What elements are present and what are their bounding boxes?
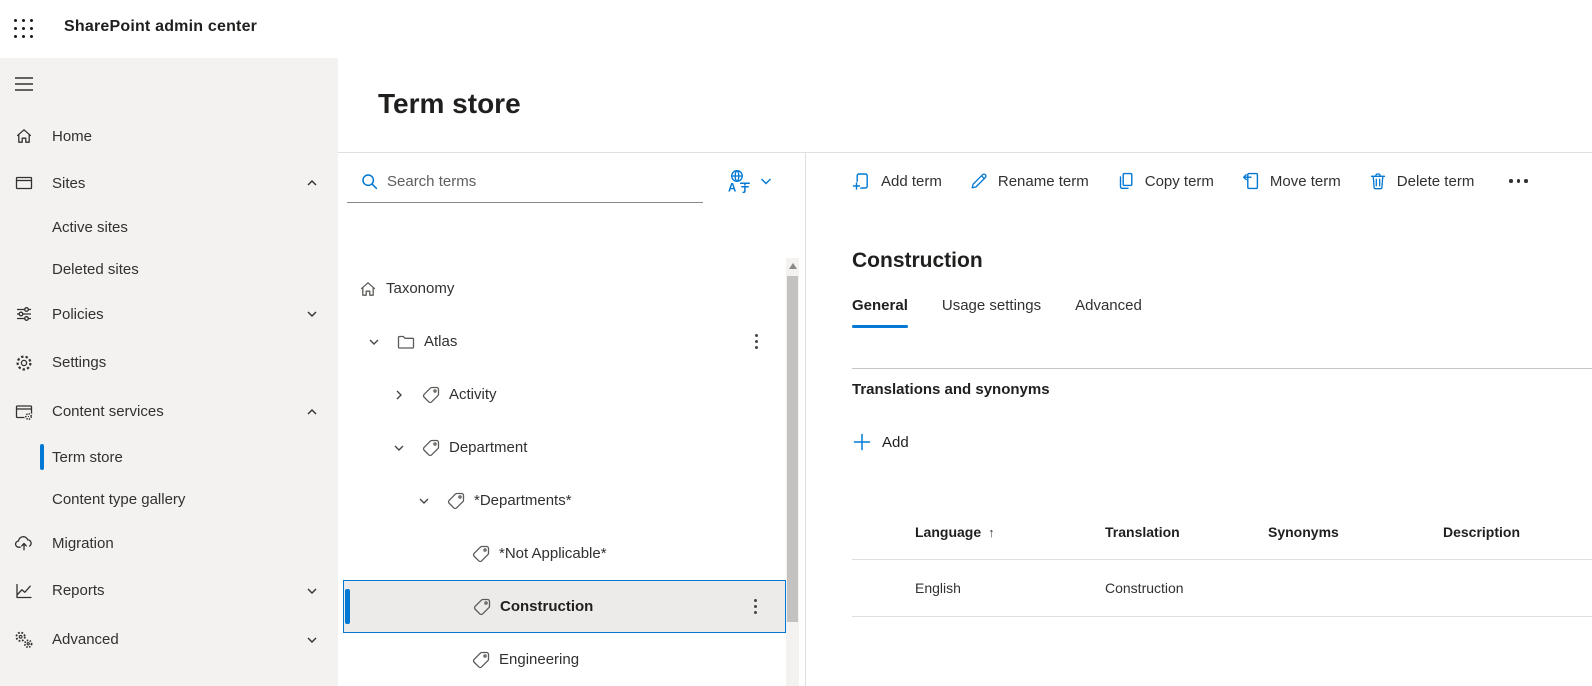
tree-item-taxonomy[interactable]: Taxonomy (343, 262, 786, 315)
section-divider (852, 368, 1592, 369)
pencil-icon (971, 173, 987, 189)
tree-item-not-applicable[interactable]: *Not Applicable* (343, 527, 786, 580)
tree-item-construction[interactable]: Construction (343, 580, 786, 633)
sidebar-item-advanced[interactable]: Advanced (0, 615, 338, 664)
tree-item-department[interactable]: Department (343, 421, 786, 474)
tag-icon (472, 597, 500, 617)
term-tree: Taxonomy Atlas Activity Department *Depa… (338, 262, 786, 686)
add-term-icon (852, 173, 868, 191)
trash-icon (1370, 173, 1385, 190)
add-translation-button[interactable]: Add (853, 433, 909, 451)
chevron-down-icon[interactable] (306, 308, 318, 320)
sidebar-item-active-sites[interactable]: Active sites (0, 206, 338, 248)
home-icon (14, 126, 34, 146)
chevron-down-icon[interactable] (306, 634, 318, 646)
column-header-synonyms[interactable]: Synonyms (1268, 524, 1443, 540)
sidebar-nav: Home Sites Active sites Deleted sites Po… (0, 112, 338, 664)
language-picker-button[interactable]: A (726, 162, 798, 200)
column-header-description[interactable]: Description (1443, 524, 1592, 540)
tree-item-atlas[interactable]: Atlas (343, 315, 786, 368)
folder-icon (396, 332, 424, 352)
sites-icon (14, 173, 34, 193)
translations-section-title: Translations and synonyms (852, 381, 1050, 398)
top-app-bar: SharePoint admin center (0, 0, 1592, 58)
search-terms-input[interactable] (387, 172, 667, 190)
move-term-button[interactable]: Move term (1241, 171, 1341, 191)
sidebar-item-reports[interactable]: Reports (0, 566, 338, 615)
term-toolbar: Add term Rename term Copy term Move term (852, 163, 1530, 199)
page-title: Term store (378, 88, 521, 119)
chevron-down-icon[interactable] (393, 442, 421, 454)
sidebar-item-policies[interactable]: Policies (0, 290, 338, 338)
panel-divider (805, 153, 806, 686)
double-gear-icon (14, 630, 34, 650)
chevron-down-icon[interactable] (368, 336, 396, 348)
delete-term-button[interactable]: Delete term (1368, 171, 1474, 191)
left-navigation-sidebar: Home Sites Active sites Deleted sites Po… (0, 58, 338, 686)
sidebar-item-content-services[interactable]: Content services (0, 387, 338, 436)
table-row[interactable]: English Construction (852, 560, 1592, 617)
tab-usage-settings[interactable]: Usage settings (942, 297, 1041, 328)
more-actions-icon[interactable] (755, 334, 758, 349)
tag-icon (471, 650, 499, 670)
sidebar-item-sites[interactable]: Sites (0, 160, 338, 206)
tree-item-activity[interactable]: Activity (343, 368, 786, 421)
chevron-down-icon (759, 174, 773, 188)
chevron-down-icon[interactable] (418, 495, 446, 507)
term-detail-title: Construction (852, 249, 983, 272)
sort-ascending-icon: ↑ (988, 525, 995, 540)
sidebar-item-home[interactable]: Home (0, 112, 338, 160)
sidebar-item-term-store[interactable]: Term store (0, 436, 338, 478)
home-icon (358, 279, 386, 299)
tab-advanced[interactable]: Advanced (1075, 297, 1142, 328)
header-divider (338, 152, 1592, 153)
toolbar-more-icon[interactable] (1507, 173, 1530, 189)
table-header-row: Language ↑ Translation Synonyms Descripti… (852, 505, 1592, 560)
chevron-up-icon[interactable] (306, 406, 318, 418)
tree-scrollbar[interactable] (786, 258, 799, 686)
cell-translation: Construction (1105, 580, 1184, 596)
translate-icon: A (726, 168, 752, 194)
translations-table: Language ↑ Translation Synonyms Descripti… (852, 505, 1592, 617)
content-services-icon (14, 402, 34, 422)
scrollbar-thumb[interactable] (787, 276, 798, 622)
hamburger-menu-icon[interactable] (14, 76, 34, 92)
sidebar-item-migration[interactable]: Migration (0, 520, 338, 566)
column-header-language[interactable]: Language ↑ (915, 524, 1105, 540)
search-icon (360, 172, 379, 191)
tag-icon (471, 544, 499, 564)
move-icon (1242, 172, 1259, 190)
sharepoint-admin-term-store: SharePoint admin center Home Sites Activ… (0, 0, 1592, 686)
chevron-down-icon[interactable] (306, 585, 318, 597)
app-title: SharePoint admin center (64, 18, 258, 35)
svg-text:A: A (728, 183, 736, 195)
cell-language: English (915, 580, 961, 596)
rename-term-button[interactable]: Rename term (969, 171, 1089, 191)
more-actions-icon[interactable] (754, 599, 757, 614)
search-terms-box (347, 160, 703, 203)
chevron-up-icon[interactable] (306, 177, 318, 189)
plus-icon (853, 433, 871, 451)
tree-item-departments[interactable]: *Departments* (343, 474, 786, 527)
sidebar-item-content-type-gallery[interactable]: Content type gallery (0, 478, 338, 520)
sliders-icon (14, 304, 34, 324)
copy-icon (1119, 172, 1133, 189)
cloud-upload-icon (14, 533, 34, 553)
chevron-right-icon[interactable] (393, 389, 421, 401)
scroll-up-arrow[interactable] (786, 258, 799, 274)
app-launcher-waffle-icon[interactable] (14, 19, 34, 39)
term-detail-tabs: General Usage settings Advanced (852, 297, 1142, 328)
column-header-translation[interactable]: Translation (1105, 524, 1268, 540)
tag-icon (421, 385, 449, 405)
add-term-button[interactable]: Add term (852, 171, 942, 191)
gear-icon (14, 353, 34, 373)
sidebar-item-deleted-sites[interactable]: Deleted sites (0, 248, 338, 290)
sidebar-item-settings[interactable]: Settings (0, 338, 338, 387)
line-chart-icon (14, 581, 34, 601)
tag-icon (421, 438, 449, 458)
tag-icon (446, 491, 474, 511)
copy-term-button[interactable]: Copy term (1116, 171, 1214, 191)
tree-item-engineering[interactable]: Engineering (343, 633, 786, 686)
tab-general[interactable]: General (852, 297, 908, 328)
